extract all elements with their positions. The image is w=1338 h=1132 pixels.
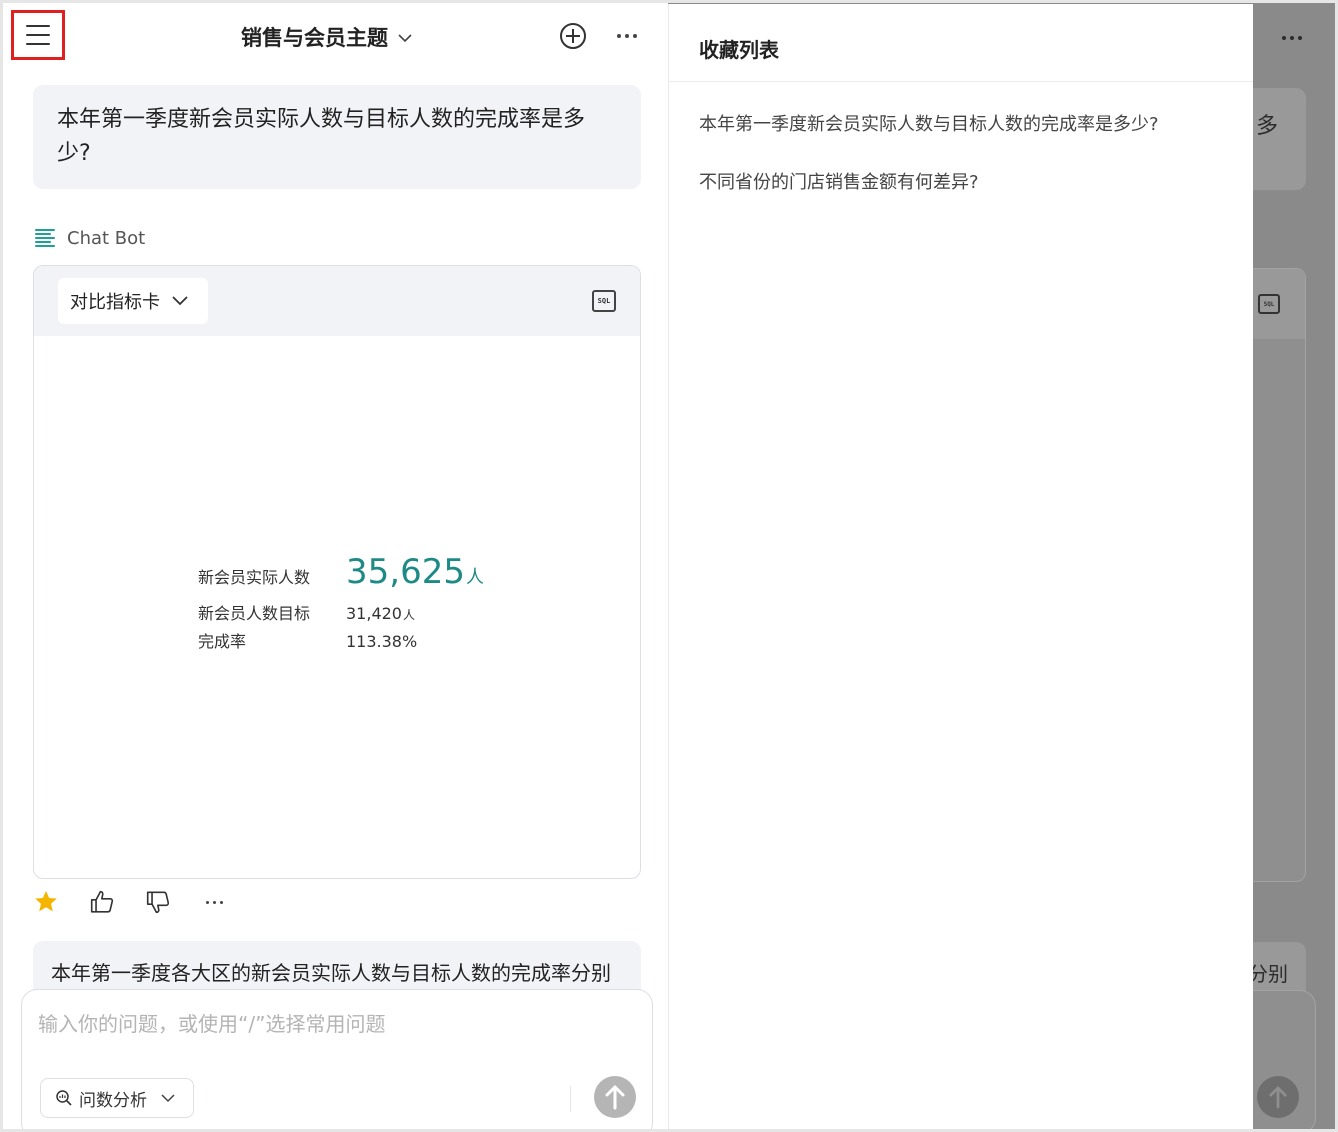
- analysis-mode-select[interactable]: 问数分析: [40, 1078, 194, 1118]
- more-menu-button[interactable]: [613, 21, 641, 51]
- bg-question-text: 多: [1256, 114, 1279, 139]
- topic-title: 销售与会员主题: [241, 26, 388, 50]
- metric-rate: 完成率 113.38%: [198, 628, 484, 656]
- comparison-metric-card: 新会员实际人数 35,625 人 新会员人数目标 31,420 人 完成率 11…: [198, 552, 484, 656]
- sql-icon[interactable]: SQL: [592, 290, 616, 312]
- arrow-up-icon: [605, 1085, 625, 1110]
- more-horizontal-icon: [1282, 36, 1302, 40]
- metric-actual-unit: 人: [465, 567, 484, 588]
- chevron-down-icon: [161, 1093, 175, 1102]
- hamburger-menu-icon: [26, 25, 50, 45]
- like-button[interactable]: [89, 889, 115, 915]
- favorite-item[interactable]: 不同省份的门店销售金额有何差异?: [699, 168, 1253, 226]
- sql-icon: SQL: [1258, 294, 1280, 314]
- metric-target-value: 31,420: [346, 604, 402, 623]
- card-header: 对比指标卡 SQL: [34, 266, 640, 336]
- favorites-list: 本年第一季度新会员实际人数与目标人数的完成率是多少? 不同省份的门店销售金额有何…: [669, 82, 1253, 226]
- question-input[interactable]: [38, 1008, 618, 1048]
- favorite-item[interactable]: 本年第一季度新会员实际人数与目标人数的完成率是多少?: [699, 110, 1253, 168]
- menu-button[interactable]: [11, 10, 65, 60]
- bot-header: Chat Bot: [35, 223, 145, 253]
- dislike-button[interactable]: [145, 889, 171, 915]
- send-button[interactable]: [594, 1076, 636, 1118]
- answer-actions: [33, 887, 227, 917]
- metric-rate-value: 113.38%: [346, 632, 418, 651]
- chart-type-select[interactable]: 对比指标卡: [58, 278, 208, 324]
- thumbs-down-icon: [146, 891, 170, 914]
- bot-name: Chat Bot: [67, 227, 146, 249]
- answer-card: 对比指标卡 SQL 新会员实际人数 35,625 人 新会员人数目标 31,42…: [33, 265, 641, 879]
- chevron-down-icon: [398, 34, 412, 43]
- composer: 问数分析: [21, 989, 653, 1129]
- metric-target-label: 新会员人数目标: [198, 604, 311, 623]
- favorite-button[interactable]: [33, 889, 59, 915]
- arrow-up-icon: [1257, 1076, 1299, 1118]
- more-horizontal-icon: [617, 34, 637, 38]
- chart-type-label: 对比指标卡: [70, 292, 160, 313]
- plus-circle-icon[interactable]: [558, 21, 588, 51]
- analysis-mode-label: 问数分析: [79, 1090, 147, 1111]
- metric-target: 新会员人数目标 31,420 人: [198, 600, 484, 628]
- chevron-down-icon: [172, 296, 188, 306]
- metric-actual-label: 新会员实际人数: [198, 568, 311, 587]
- favorites-drawer: 收藏列表 本年第一季度新会员实际人数与目标人数的完成率是多少? 不同省份的门店销…: [668, 4, 1253, 1132]
- favorites-title: 收藏列表: [669, 4, 1253, 82]
- star-icon: [35, 890, 57, 912]
- metric-actual-value: 35,625: [346, 552, 465, 592]
- metric-rate-label: 完成率: [198, 632, 247, 651]
- more-horizontal-icon: [205, 900, 223, 904]
- metric-target-unit: 人: [402, 608, 415, 622]
- bot-lines-icon: [35, 228, 55, 248]
- chat-panel: 销售与会员主题 本年第一季度新会员实际人数与目标人数的完成率是多少? Chat …: [3, 3, 667, 1129]
- search-data-icon: [56, 1090, 72, 1106]
- bg-next-question-text: 分别: [1248, 962, 1288, 986]
- composer-divider: [570, 1086, 571, 1112]
- user-question-bubble: 本年第一季度新会员实际人数与目标人数的完成率是多少?: [33, 85, 641, 189]
- thumbs-up-icon: [90, 890, 114, 913]
- metric-actual: 新会员实际人数 35,625 人: [198, 552, 484, 598]
- answer-more-button[interactable]: [201, 889, 227, 915]
- topic-selector[interactable]: 销售与会员主题: [241, 21, 412, 53]
